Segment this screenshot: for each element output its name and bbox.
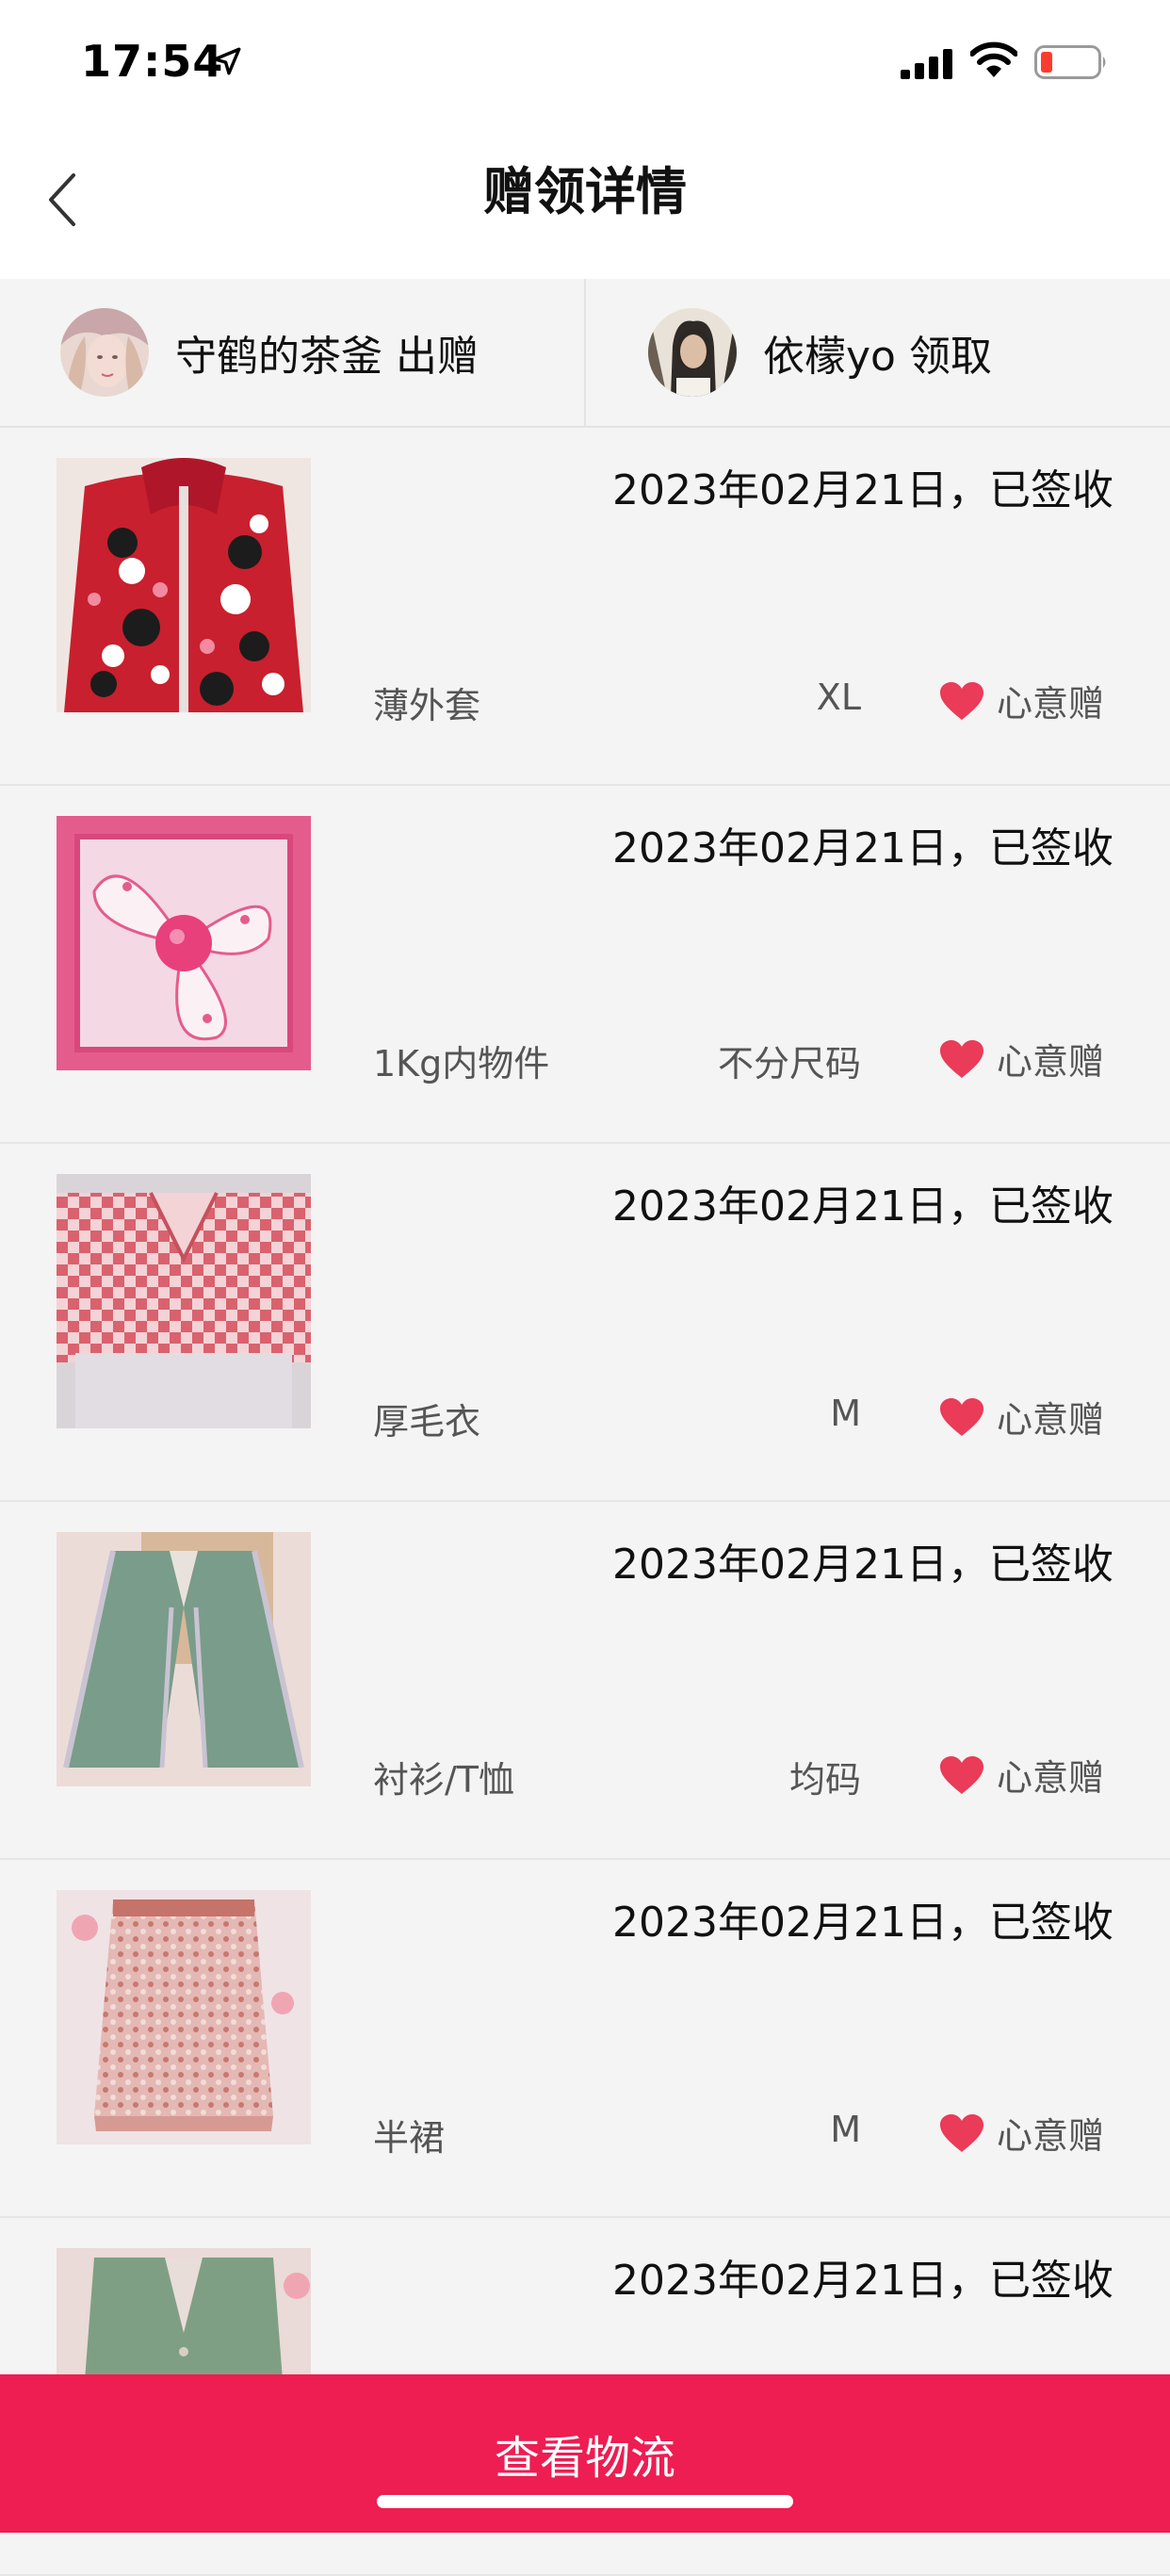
receiver-text: 依檬yo 领取 — [763, 322, 992, 383]
item-category: 1Kg内物件 — [373, 1043, 550, 1084]
view-logistics-button[interactable]: 查看物流 — [0, 2374, 1170, 2533]
item-size: XL — [816, 677, 861, 718]
participants-bar: 守鹤的茶釜 出赠 依檬yo 领取 — [0, 279, 1170, 428]
receiver-info[interactable]: 依檬yo 领取 — [648, 279, 1157, 426]
gift-tag: 心意赠 — [938, 1749, 1104, 1801]
gift-tag: 心意赠 — [938, 2107, 1104, 2159]
giver-name: 守鹤的茶釜 — [175, 333, 382, 381]
item-size: M — [830, 2109, 861, 2150]
heart-icon — [939, 681, 983, 720]
item-list: 2023年02月21日，已签收 薄外套 XL 心意赠 2023年02月21日，已… — [0, 428, 1170, 2576]
item-date-status: 2023年02月21日，已签收 — [612, 466, 1113, 514]
item-thumbnail — [57, 1890, 311, 2144]
gift-tag-label: 心意赠 — [996, 683, 1104, 725]
heart-icon — [939, 1755, 983, 1794]
item-date-status: 2023年02月21日，已签收 — [612, 1899, 1113, 1947]
item-thumbnail — [57, 1532, 311, 1786]
item-category: 薄外套 — [373, 685, 481, 726]
chevron-left-icon — [49, 173, 75, 226]
gift-tag-label: 心意赠 — [996, 1399, 1104, 1441]
item-date-status: 2023年02月21日，已签收 — [612, 1182, 1113, 1231]
receiver-name: 依檬yo — [763, 333, 896, 381]
signal-icon — [901, 49, 952, 79]
list-item[interactable]: 2023年02月21日，已签收 1Kg内物件 不分尺码 心意赠 — [0, 786, 1170, 1144]
item-date-status: 2023年02月21日，已签收 — [612, 1541, 1113, 1589]
list-item[interactable]: 2023年02月21日，已签收 衬衫/T恤 均码 心意赠 — [0, 1502, 1170, 1860]
list-item[interactable]: 2023年02月21日，已签收 厚毛衣 M 心意赠 — [0, 1144, 1170, 1502]
item-size: 均码 — [788, 1759, 861, 1801]
item-category: 厚毛衣 — [373, 1401, 481, 1443]
receiver-action: 领取 — [908, 333, 992, 381]
list-item[interactable]: 2023年02月21日，已签收 半裙 M 心意赠 — [0, 1860, 1170, 2218]
heart-icon — [939, 1039, 983, 1078]
location-arrow-icon — [213, 47, 241, 75]
item-thumbnail — [57, 1174, 311, 1428]
bottom-bar: 查看物流 — [0, 2374, 1170, 2533]
list-item[interactable]: 2023年02月21日，已签收 薄外套 XL 心意赠 — [0, 428, 1170, 786]
battery-low-icon — [1034, 45, 1106, 79]
heart-icon — [939, 2113, 983, 2152]
giver-avatar — [60, 308, 149, 397]
item-size: 不分尺码 — [717, 1043, 861, 1084]
heart-icon — [939, 1397, 983, 1436]
giver-action: 出赠 — [396, 333, 479, 381]
gift-tag: 心意赠 — [938, 675, 1104, 726]
gift-tag: 心意赠 — [938, 1033, 1104, 1084]
page-title: 赠领详情 — [483, 161, 687, 221]
receiver-avatar — [648, 308, 737, 397]
item-thumbnail — [57, 458, 311, 712]
participants-divider — [584, 279, 586, 426]
status-bar: 17:54 — [0, 0, 1170, 124]
gift-tag-label: 心意赠 — [996, 1041, 1104, 1083]
giver-info[interactable]: 守鹤的茶釜 出赠 — [60, 279, 584, 426]
gift-tag-label: 心意赠 — [996, 2115, 1104, 2157]
giver-text: 守鹤的茶釜 出赠 — [175, 322, 479, 383]
status-time: 17:54 — [81, 36, 224, 87]
wifi-icon — [970, 41, 1017, 77]
item-category: 半裙 — [373, 2117, 446, 2159]
home-indicator[interactable] — [377, 2495, 793, 2508]
item-date-status: 2023年02月21日，已签收 — [612, 2257, 1113, 2305]
gift-tag: 心意赠 — [938, 1391, 1104, 1443]
back-button[interactable] — [34, 153, 90, 247]
item-date-status: 2023年02月21日，已签收 — [612, 824, 1113, 872]
gift-tag-label: 心意赠 — [996, 1757, 1104, 1799]
nav-bar: 赠领详情 — [0, 124, 1170, 279]
item-size: M — [830, 1393, 861, 1434]
item-category: 衬衫/T恤 — [373, 1759, 515, 1801]
item-thumbnail — [57, 816, 311, 1070]
